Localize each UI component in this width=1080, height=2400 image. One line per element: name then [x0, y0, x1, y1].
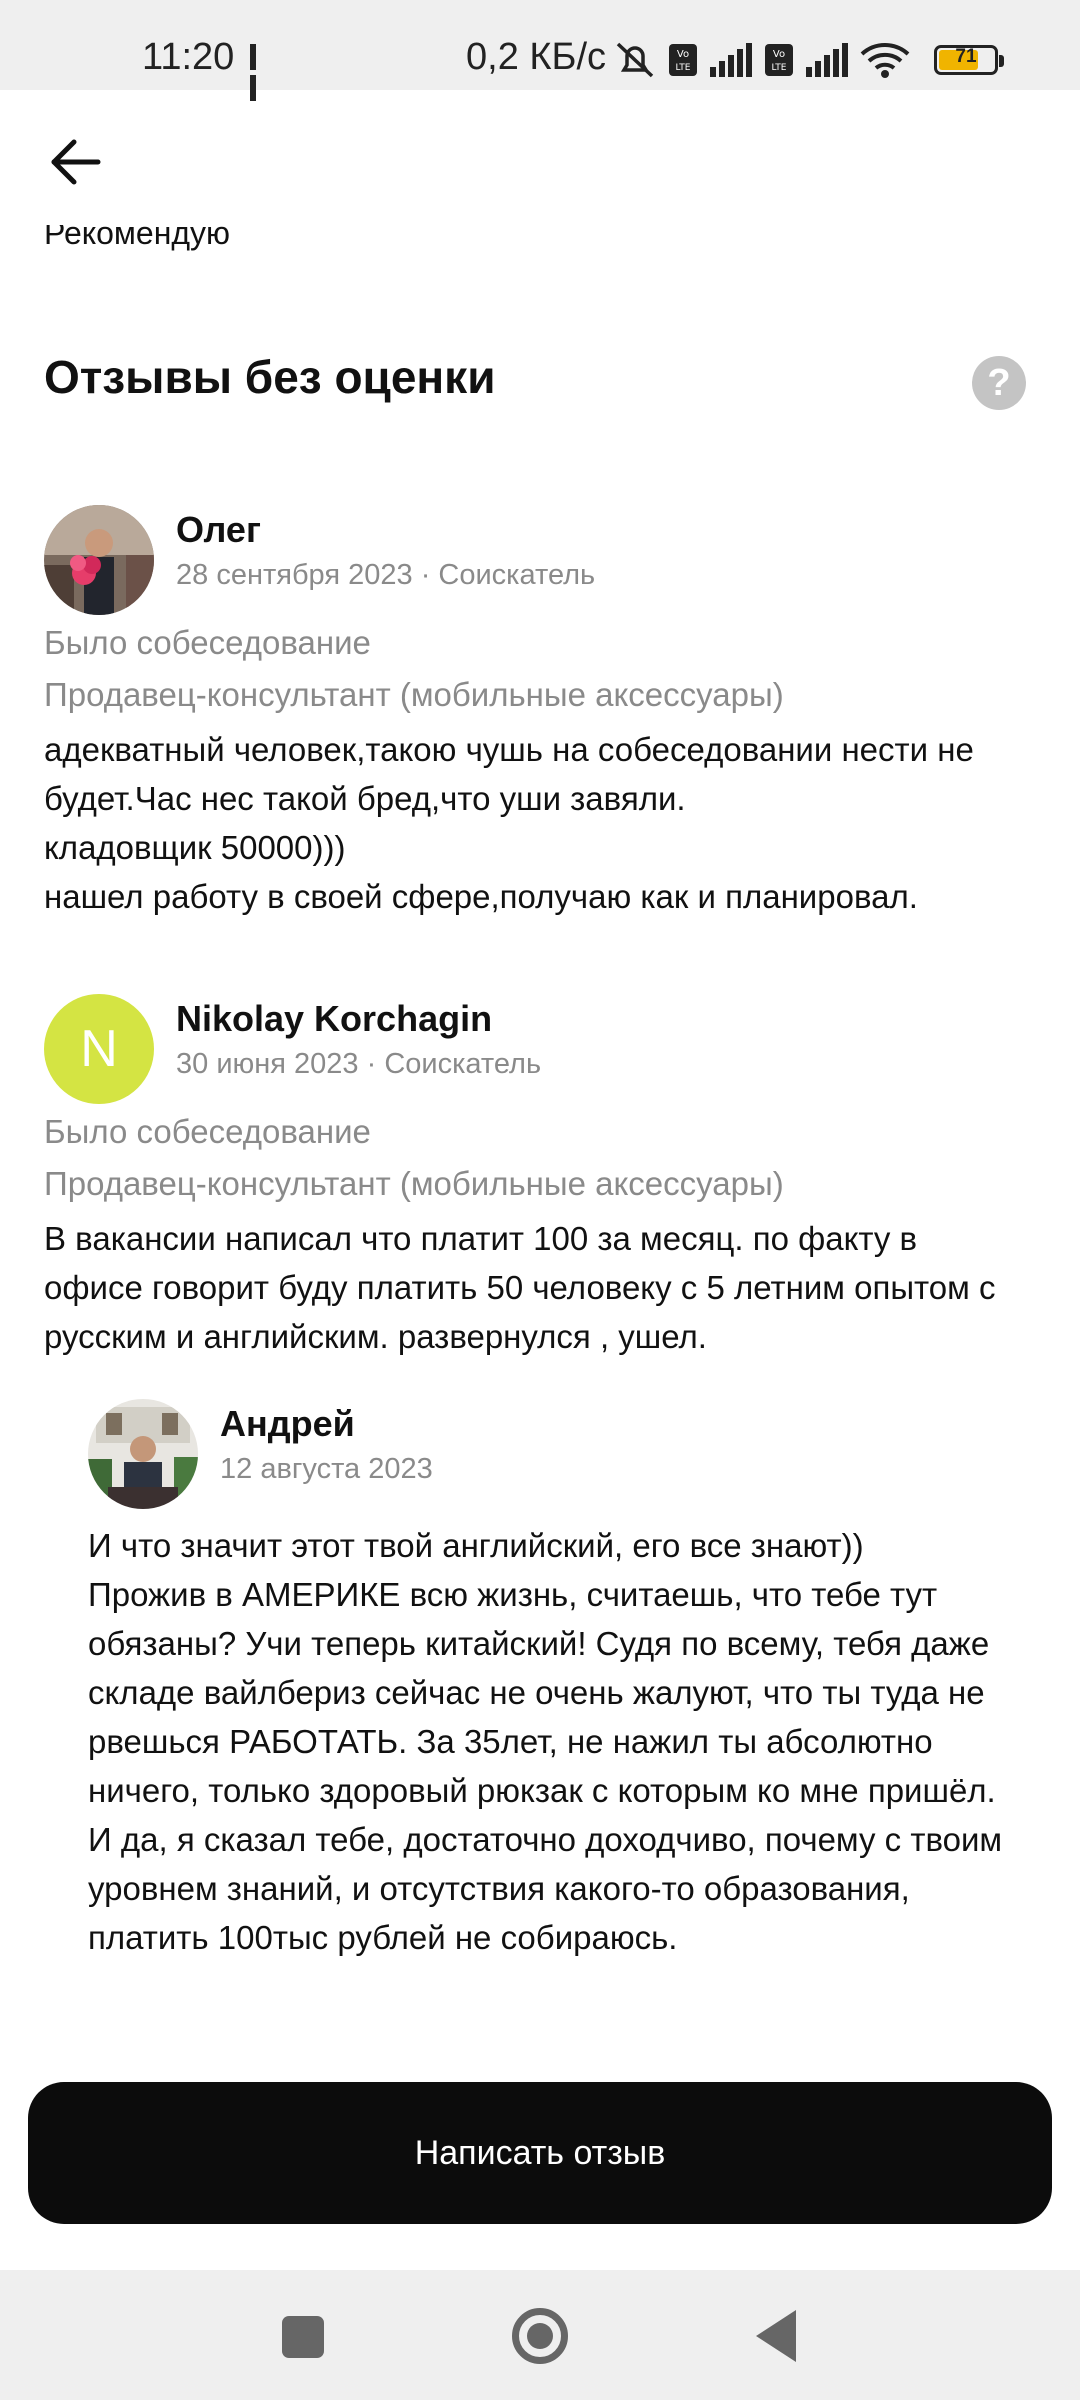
- square-icon[interactable]: [282, 2316, 324, 2358]
- back-button[interactable]: [44, 130, 108, 194]
- network-speed: 0,2 КБ/с: [466, 36, 607, 78]
- circle-icon[interactable]: [512, 2308, 568, 2364]
- pause-icon: [250, 44, 270, 101]
- reply-text-line: И что значит этот твой английский, его в…: [88, 1527, 864, 1564]
- signal-icon-2: [806, 43, 848, 77]
- review-meta: 30 июня 2023 · Соискатель: [176, 1048, 542, 1080]
- reply-text-line: Прожив в АМЕРИКЕ всю жизнь, считаешь, чт…: [88, 1576, 938, 1613]
- reply-text-line: обязаны? Учи теперь китайский! Судя по в…: [88, 1625, 990, 1662]
- reply-date: 12 августа 2023: [220, 1453, 433, 1485]
- truncated-previous-text: Рекомендую: [44, 225, 230, 265]
- avatar-photo: [44, 505, 154, 615]
- svg-text:Vo: Vo: [677, 49, 689, 60]
- review-status: Было собеседование: [44, 1113, 371, 1150]
- review-position: Продавец-консультант (мобильные аксессуа…: [44, 676, 784, 713]
- review-author: Nikolay Korchagin: [176, 998, 493, 1039]
- status-icons: Vo LTE Vo LTE: [612, 40, 910, 80]
- volte-icon: Vo LTE: [669, 44, 697, 76]
- review-meta: 28 сентября 2023 · Соискатель: [176, 559, 596, 591]
- reply-avatar-photo: [88, 1399, 198, 1509]
- avatar: [44, 505, 154, 615]
- review-status: Было собеседование: [44, 624, 371, 661]
- review-text-line: будет.Час нес такой бред,что уши завяли.: [44, 780, 686, 817]
- svg-text:LTE: LTE: [676, 63, 691, 73]
- status-bar: 11:20 0,2 КБ/с Vo LTE Vo LTE 71: [0, 0, 1080, 101]
- review-text-line: адекватный человек,такою чушь на собесед…: [44, 731, 974, 768]
- avatar: N: [44, 994, 154, 1104]
- reply-avatar: [88, 1399, 198, 1509]
- svg-text:LTE: LTE: [772, 63, 787, 73]
- mute-bell-icon: [616, 42, 654, 78]
- triangle-back-icon[interactable]: [756, 2310, 796, 2362]
- review-position: Продавец-консультант (мобильные аксессуа…: [44, 1165, 784, 1202]
- review-text-line: офисе говорит буду платить 50 человеку с…: [44, 1269, 996, 1306]
- review-text-line: кладовщик 50000))): [44, 829, 346, 866]
- status-time: 11:20: [142, 36, 235, 78]
- battery-level: 71: [955, 46, 977, 67]
- review-author: Олег: [176, 509, 261, 550]
- reply-text-line: складе вайлбериз сейчас не очень жалуют,…: [88, 1674, 985, 1711]
- arrow-left-icon: [51, 139, 101, 185]
- review-text-line: русским и английским. развернулся , ушел…: [44, 1318, 707, 1355]
- review-text-line: нашел работу в своей сфере,получаю как и…: [44, 878, 918, 915]
- wifi-icon: [860, 43, 910, 78]
- signal-icon: [710, 43, 752, 77]
- truncated-text: Рекомендую: [44, 225, 231, 251]
- volte-icon-2: Vo LTE: [765, 44, 793, 76]
- reply-text-line: И да, я сказал тебе, достаточно доходчив…: [88, 1821, 1003, 1858]
- section-title: Отзывы без оценки: [44, 351, 496, 403]
- svg-text:Vo: Vo: [773, 49, 785, 60]
- reply-text-line: рвешься РАБОТАТЬ. За 35лет, не нажил ты …: [88, 1723, 933, 1760]
- write-review-button[interactable]: Написать отзыв: [28, 2082, 1052, 2224]
- battery-icon: 71: [934, 45, 1004, 75]
- reply-text-line: ничего, только здоровый рюкзак с которым…: [88, 1772, 996, 1809]
- review-text-line: В вакансии написал что платит 100 за мес…: [44, 1220, 918, 1257]
- question-icon[interactable]: ?: [972, 356, 1026, 410]
- reply-text-line: уровнем знаний, и отсутствия какого-то о…: [88, 1870, 910, 1907]
- reply-author: Андрей: [220, 1403, 355, 1444]
- reply-text-line: платить 100тыс рублей не собираюсь.: [88, 1919, 678, 1956]
